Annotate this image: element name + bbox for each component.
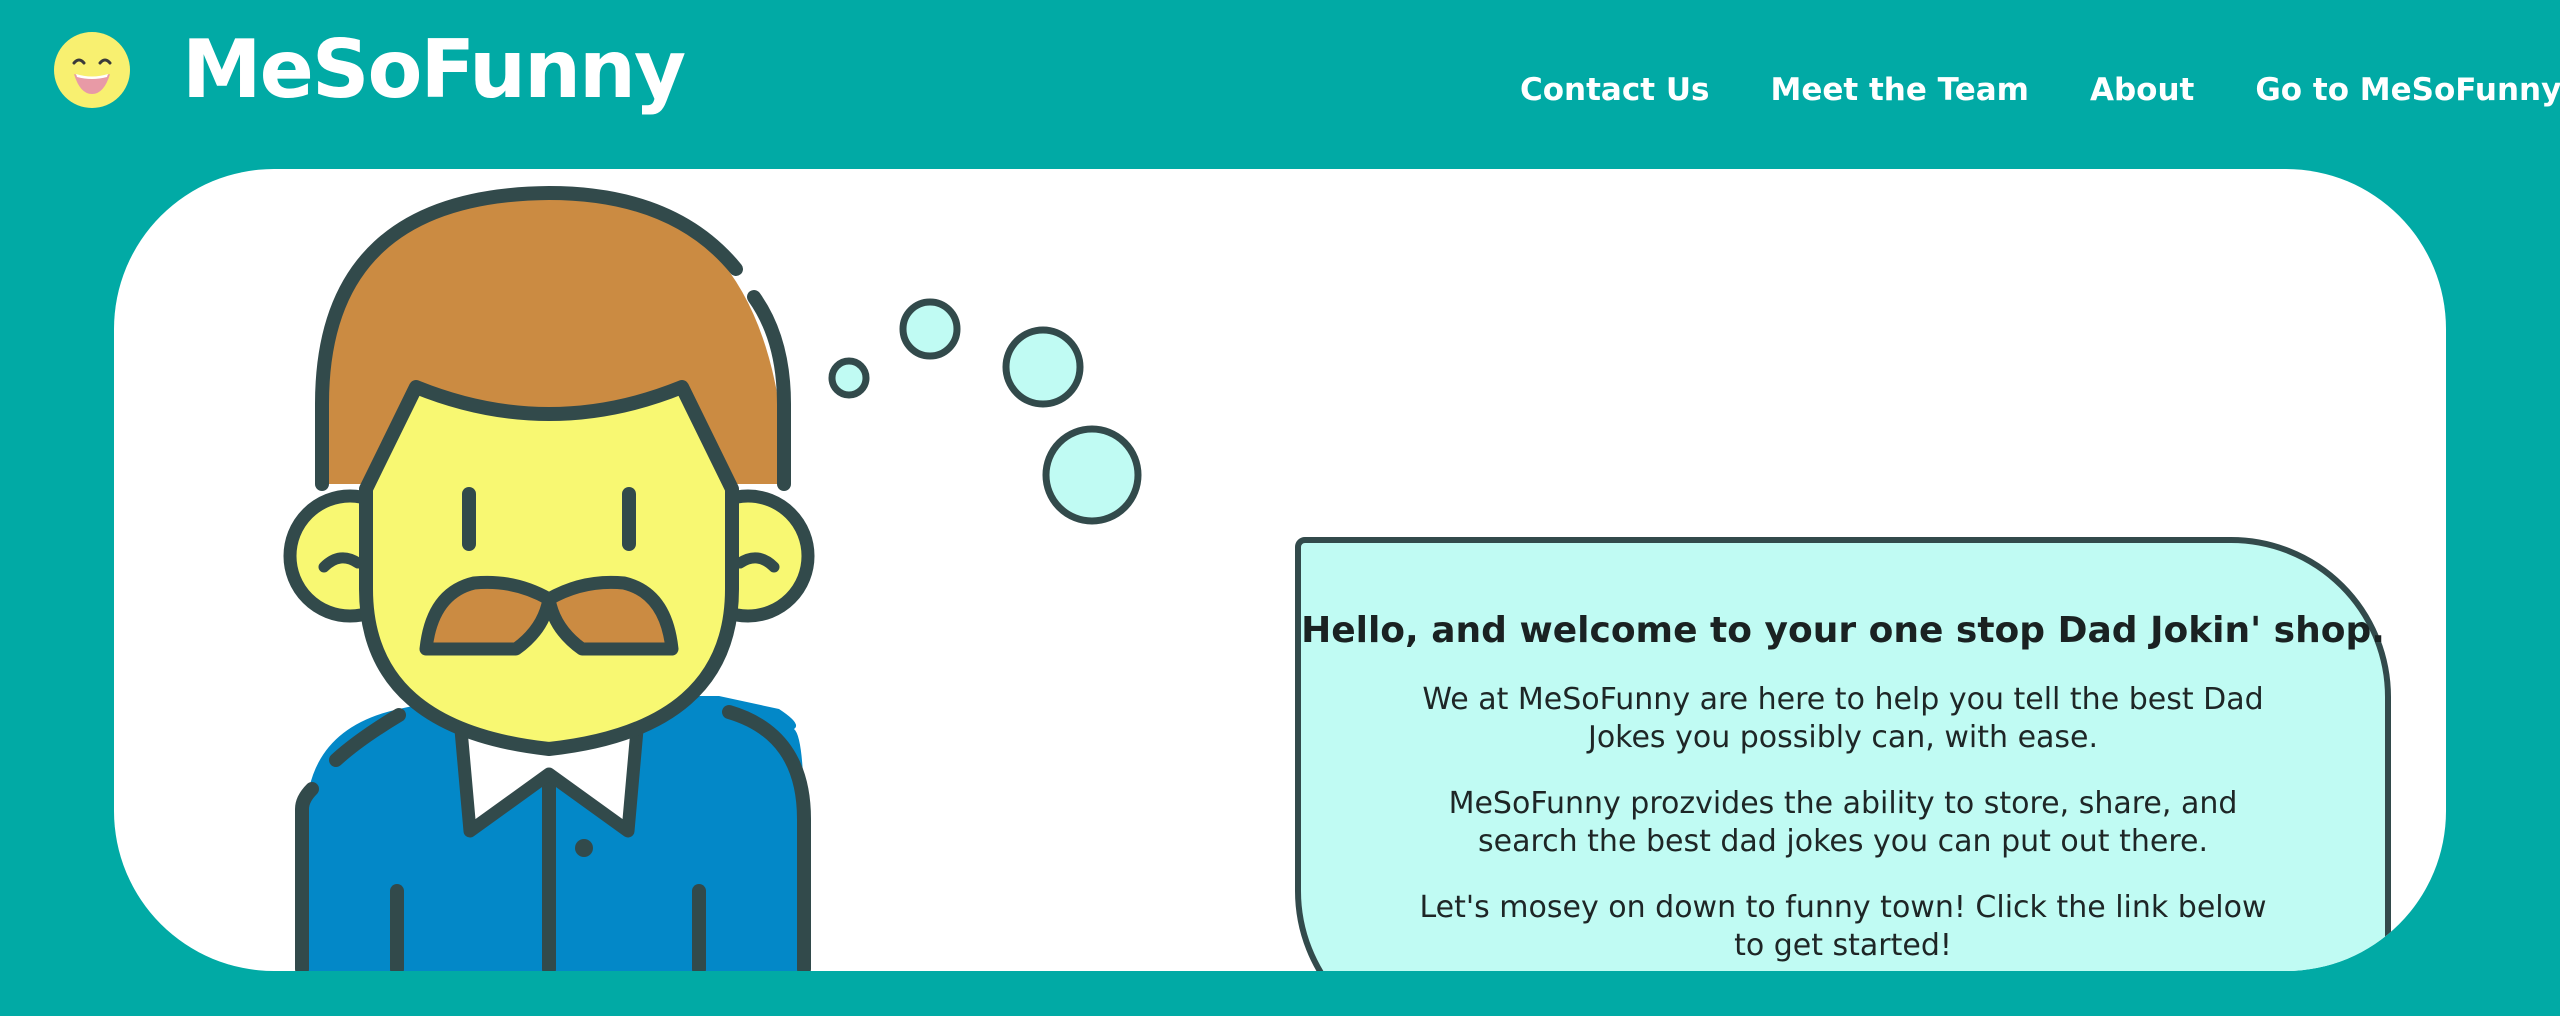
brand-title[interactable]: MeSoFunny	[182, 20, 686, 120]
hero-card: Hello, and welcome to your one stop Dad …	[114, 169, 2446, 971]
welcome-speech-bubble: Hello, and welcome to your one stop Dad …	[1295, 537, 2391, 971]
nav-meet-the-team[interactable]: Meet the Team	[1770, 68, 2029, 112]
welcome-heading: Hello, and welcome to your one stop Dad …	[1301, 610, 2385, 651]
nav-go-to-mesofunny[interactable]: Go to MeSoFunny	[2255, 68, 2560, 112]
intro-paragraph: We at MeSoFunny are here to help you tel…	[1422, 682, 2264, 755]
nav-contact-us[interactable]: Contact Us	[1520, 68, 1709, 112]
features-paragraph: MeSoFunny prozvides the ability to store…	[1448, 786, 2238, 859]
nav-about[interactable]: About	[2090, 68, 2194, 112]
laughing-face-icon[interactable]	[52, 30, 132, 110]
header: MeSoFunny Contact Us Meet the Team About…	[0, 0, 2560, 170]
call-to-action-paragraph: Let's mosey on down to funny town! Click…	[1419, 890, 2267, 963]
dad-with-mustache-icon	[283, 185, 1142, 971]
main-nav: Contact Us Meet the Team About Go to MeS…	[1520, 68, 2560, 112]
